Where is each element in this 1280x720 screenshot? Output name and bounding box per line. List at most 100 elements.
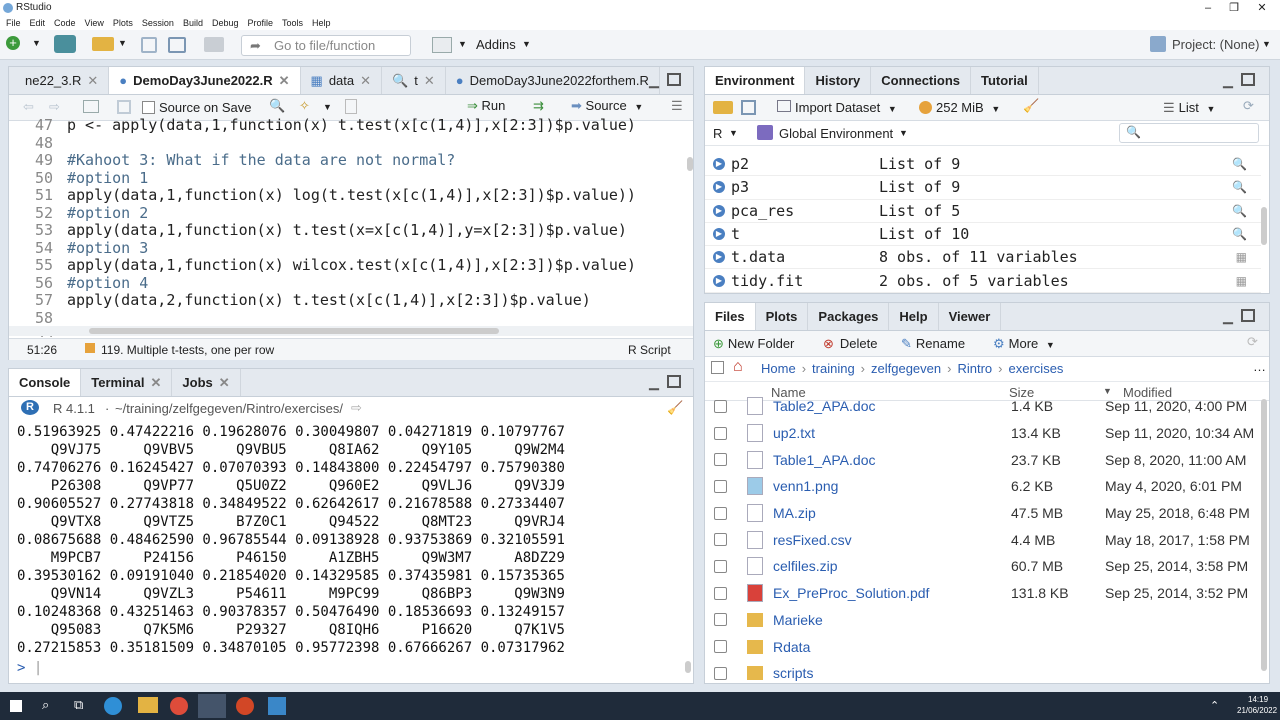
- environment-vscrollbar[interactable]: [1261, 207, 1267, 245]
- code-editor[interactable]: 47 p <- apply(data,1,function(x) t.test(x…: [9, 117, 685, 337]
- minimize-pane-icon[interactable]: ▁: [649, 73, 659, 89]
- search-icon[interactable]: 🔍: [1232, 157, 1247, 171]
- rename-button[interactable]: ✎ Rename: [901, 336, 965, 352]
- run-button[interactable]: ⇒ Run: [467, 98, 505, 118]
- magic-wand-icon[interactable]: ✧: [299, 98, 310, 114]
- rstudio-taskbar-icon[interactable]: [198, 694, 226, 718]
- expand-icon[interactable]: ▶: [713, 158, 725, 171]
- maximize-pane-icon[interactable]: [667, 375, 681, 388]
- clear-workspace-broom-icon[interactable]: 🧹: [1023, 98, 1039, 114]
- select-all-checkbox[interactable]: [711, 361, 724, 374]
- tab-viewer[interactable]: Viewer: [939, 303, 1002, 330]
- menu-edit[interactable]: Edit: [30, 16, 46, 30]
- rerun-icon[interactable]: ⇉: [533, 98, 544, 114]
- file-checkbox[interactable]: [714, 479, 727, 493]
- expand-icon[interactable]: ▶: [713, 181, 725, 194]
- expand-icon[interactable]: ▶: [713, 204, 725, 217]
- tab-packages[interactable]: Packages: [808, 303, 890, 330]
- tab-history[interactable]: History: [805, 67, 872, 94]
- menu-tools[interactable]: Tools: [282, 16, 303, 30]
- file-name-link[interactable]: up2.txt: [773, 425, 1011, 441]
- chevron-down-icon[interactable]: ▼: [729, 128, 738, 138]
- tab-demoday3june2022forthem-r[interactable]: ● DemoDay3June2022forthem.R: [446, 67, 660, 94]
- outline-icon[interactable]: ☰: [671, 98, 683, 114]
- file-name-link[interactable]: Marieke: [773, 612, 1011, 628]
- view-mode-list-button[interactable]: ☰ List ▼: [1163, 100, 1215, 116]
- open-folder-icon[interactable]: [92, 37, 114, 51]
- expand-icon[interactable]: ▶: [713, 228, 725, 241]
- tab-plots[interactable]: Plots: [756, 303, 809, 330]
- chevron-down-icon[interactable]: ▼: [1262, 39, 1271, 49]
- close-tab-icon[interactable]: ✕: [279, 73, 290, 88]
- expand-icon[interactable]: ▶: [713, 251, 725, 264]
- menu-view[interactable]: View: [85, 16, 104, 30]
- task-view-icon[interactable]: ⧉: [74, 697, 83, 713]
- delete-button[interactable]: ⊗ Delete: [823, 336, 877, 352]
- more-menu-button[interactable]: ⚙ More ▼: [993, 336, 1055, 352]
- maximize-pane-icon[interactable]: [1241, 73, 1255, 86]
- file-name-link[interactable]: Ex_PreProc_Solution.pdf: [773, 585, 1011, 601]
- source-button[interactable]: ➡ Source ▼: [571, 98, 643, 114]
- edge-icon[interactable]: [104, 697, 122, 715]
- forward-arrow-icon[interactable]: ⇨: [49, 99, 60, 115]
- minimize-pane-icon[interactable]: ▁: [1223, 309, 1233, 325]
- save-workspace-icon[interactable]: [741, 100, 756, 115]
- minimize-icon[interactable]: –: [1196, 0, 1220, 16]
- maximize-pane-icon[interactable]: [1241, 309, 1255, 322]
- close-tab-icon[interactable]: ✕: [360, 73, 371, 88]
- menu-session[interactable]: Session: [142, 16, 174, 30]
- console-vscrollbar[interactable]: [685, 661, 691, 673]
- file-row[interactable]: MA.zip 47.5 MB May 25, 2018, 6:48 PM: [705, 500, 1261, 527]
- tab-tutorial[interactable]: Tutorial: [971, 67, 1039, 94]
- search-icon[interactable]: 🔍: [1232, 180, 1247, 194]
- save-icon[interactable]: [117, 100, 131, 114]
- file-name-link[interactable]: Table1_APA.doc: [773, 452, 1011, 468]
- grid-layout-icon[interactable]: [432, 37, 452, 53]
- language-selector[interactable]: R: [713, 126, 722, 141]
- environment-row[interactable]: ▶ p3 List of 9 🔍: [705, 176, 1261, 200]
- environment-row[interactable]: ▶ t List of 10 🔍: [705, 223, 1261, 247]
- search-icon[interactable]: 🔍: [1232, 204, 1247, 218]
- file-checkbox[interactable]: [714, 506, 727, 520]
- close-tab-icon[interactable]: ✕: [219, 375, 230, 390]
- powerpoint-icon[interactable]: [236, 697, 254, 715]
- file-name-link[interactable]: venn1.png: [773, 478, 1011, 494]
- file-name-link[interactable]: resFixed.csv: [773, 532, 1011, 548]
- new-file-icon[interactable]: +: [6, 36, 20, 50]
- file-checkbox[interactable]: [714, 399, 727, 413]
- file-name-link[interactable]: celfiles.zip: [773, 558, 1011, 574]
- new-folder-button[interactable]: ⊕ New Folder: [713, 336, 794, 352]
- explorer-icon[interactable]: [138, 697, 158, 713]
- file-name-link[interactable]: Rdata: [773, 639, 1011, 655]
- file-row[interactable]: Table2_APA.doc 1.4 KB Sep 11, 2020, 4:00 P…: [705, 393, 1261, 420]
- table-view-icon[interactable]: ▦: [1236, 274, 1247, 288]
- files-vscrollbar[interactable]: [1261, 399, 1267, 671]
- environment-row[interactable]: ▶ pca_res List of 5 🔍: [705, 200, 1261, 223]
- tab-data[interactable]: ▦ data ✕: [301, 67, 383, 94]
- editor-hscrollbar[interactable]: [89, 328, 499, 334]
- file-checkbox[interactable]: [714, 559, 727, 573]
- working-directory[interactable]: ~/training/zelfgegeven/Rintro/exercises/: [115, 401, 343, 416]
- tray-icons[interactable]: ⌃: [1210, 699, 1219, 712]
- search-icon[interactable]: ⌕: [42, 697, 49, 713]
- file-name-link[interactable]: scripts: [773, 665, 1011, 681]
- show-in-window-icon[interactable]: [83, 100, 99, 113]
- home-icon[interactable]: ⌂: [733, 358, 743, 376]
- close-tab-icon[interactable]: ✕: [87, 73, 98, 88]
- menu-help[interactable]: Help: [312, 16, 331, 30]
- menu-profile[interactable]: Profile: [248, 16, 274, 30]
- tab-console[interactable]: Console: [9, 369, 82, 396]
- section-navigator[interactable]: 119. Multiple t-tests, one per row: [101, 343, 274, 357]
- file-checkbox[interactable]: [714, 640, 727, 654]
- refresh-icon[interactable]: ⟳: [1247, 334, 1258, 350]
- file-checkbox[interactable]: [714, 453, 727, 467]
- close-tab-icon[interactable]: ✕: [151, 375, 162, 390]
- console-prompt[interactable]: > |: [17, 659, 42, 677]
- clear-console-icon[interactable]: 🧹: [667, 400, 683, 416]
- tab-help[interactable]: Help: [889, 303, 939, 330]
- addins-menu[interactable]: Addins: [476, 37, 516, 52]
- tab-ne22-3-r[interactable]: ne22_3.R ✕: [9, 67, 110, 94]
- file-name-link[interactable]: MA.zip: [773, 505, 1011, 521]
- file-row[interactable]: celfiles.zip 60.7 MB Sep 25, 2014, 3:58 PM: [705, 553, 1261, 580]
- chevron-down-icon[interactable]: ▼: [32, 38, 41, 48]
